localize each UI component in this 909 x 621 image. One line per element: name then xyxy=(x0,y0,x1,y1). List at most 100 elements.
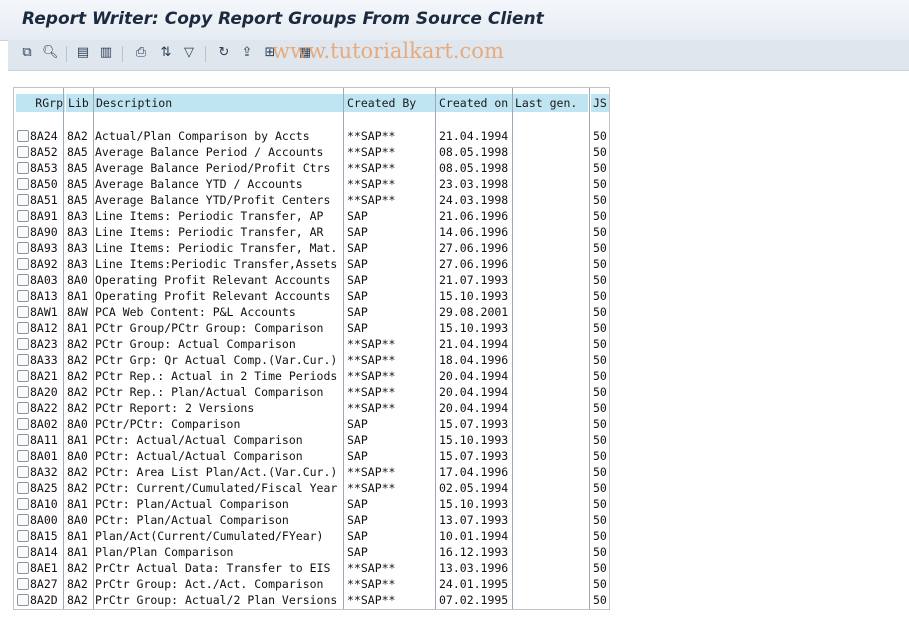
table-row[interactable]: 8A01 8A0 PCtr: Actual/Actual Comparison SAP… xyxy=(14,448,609,464)
row-checkbox[interactable] xyxy=(17,450,29,462)
table-row[interactable]: 8A10 8A1 PCtr: Plan/Actual Comparison SAP 15… xyxy=(14,496,609,512)
export-icon[interactable]: ⇪ xyxy=(239,45,255,61)
row-checkbox[interactable] xyxy=(17,338,29,350)
print-icon[interactable]: ⎙ xyxy=(133,45,149,61)
table-row[interactable]: 8A52 8A5 Average Balance Period / Accounts… xyxy=(14,144,609,160)
table-row[interactable]: 8A15 8A1 Plan/Act(Current/Cumulated/FYear)… xyxy=(14,528,609,544)
table-row[interactable]: 8A21 8A2 PCtr Rep.: Actual in 2 Time Perio… xyxy=(14,368,609,384)
table-row[interactable]: 8A27 8A2 PrCtr Group: Act./Act. Comparison… xyxy=(14,576,609,592)
row-checkbox[interactable] xyxy=(17,434,29,446)
row-checkbox[interactable] xyxy=(17,258,29,270)
lib-cell: 8A1 xyxy=(67,433,88,447)
col-header-last-gen[interactable]: Last gen. xyxy=(513,94,588,112)
col-header-rgrp[interactable]: RGrp xyxy=(16,94,65,112)
row-checkbox[interactable] xyxy=(17,210,29,222)
lib-cell: 8A5 xyxy=(67,177,88,191)
row-checkbox[interactable] xyxy=(17,322,29,334)
table-row[interactable]: 8A20 8A2 PCtr Rep.: Plan/Actual Comparison… xyxy=(14,384,609,400)
table-row[interactable]: 8A51 8A5 Average Balance YTD/Profit Center… xyxy=(14,192,609,208)
table-row[interactable]: 8A03 8A0 Operating Profit Relevant Account… xyxy=(14,272,609,288)
col-header-created-by[interactable]: Created By xyxy=(344,94,435,112)
table-row[interactable]: 8A02 8A0 PCtr/PCtr: Comparison SAP 15.07.199… xyxy=(14,416,609,432)
lib-cell: 8A2 xyxy=(67,129,88,143)
row-checkbox[interactable] xyxy=(17,498,29,510)
table-row[interactable]: 8A50 8A5 Average Balance YTD / Accounts **S… xyxy=(14,176,609,192)
row-checkbox[interactable] xyxy=(17,274,29,286)
row-checkbox[interactable] xyxy=(17,386,29,398)
created-by-cell: **SAP** xyxy=(347,177,396,191)
row-checkbox[interactable] xyxy=(17,482,29,494)
table-row[interactable]: 8AE1 8A2 PrCtr Actual Data: Transfer to EI… xyxy=(14,560,609,576)
table-row[interactable]: 8A22 8A2 PCtr Report: 2 Versions **SAP** 20.… xyxy=(14,400,609,416)
row-checkbox[interactable] xyxy=(17,146,29,158)
row-checkbox[interactable] xyxy=(17,578,29,590)
table-row[interactable]: 8A2D 8A2 PrCtr Group: Actual/2 Plan Versio… xyxy=(14,592,609,608)
table-row[interactable]: 8A33 8A2 PCtr Grp: Qr Actual Comp.(Var.Cur… xyxy=(14,352,609,368)
lib-cell: 8A3 xyxy=(67,257,88,271)
table-row[interactable]: 8A11 8A1 PCtr: Actual/Actual Comparison SAP… xyxy=(14,432,609,448)
rgrp-cell: 8A91 xyxy=(30,209,58,223)
table-row[interactable]: 8A00 8A0 PCtr: Plan/Actual Comparison SAP 13… xyxy=(14,512,609,528)
row-checkbox[interactable] xyxy=(17,562,29,574)
created-by-cell: **SAP** xyxy=(347,577,396,591)
row-checkbox[interactable] xyxy=(17,194,29,206)
rgrp-cell: 8A2D xyxy=(30,593,58,607)
row-checkbox[interactable] xyxy=(17,354,29,366)
js-cell: 50 xyxy=(593,545,607,559)
last-gen-cell xyxy=(515,320,587,336)
deselect-all-icon[interactable]: ▥ xyxy=(98,45,114,61)
row-checkbox[interactable] xyxy=(17,514,29,526)
js-cell: 50 xyxy=(593,417,607,431)
row-checkbox[interactable] xyxy=(17,178,29,190)
table-row[interactable]: 8A14 8A1 Plan/Plan Comparison SAP 16.12.1993… xyxy=(14,544,609,560)
table-row[interactable]: 8A13 8A1 Operating Profit Relevant Account… xyxy=(14,288,609,304)
table-row[interactable]: 8AW1 8AW PCA Web Content: P&L Accounts SAP 2… xyxy=(14,304,609,320)
last-gen-cell xyxy=(515,416,587,432)
table-row[interactable]: 8A24 8A2 Actual/Plan Comparison by Accts **… xyxy=(14,128,609,144)
col-header-js[interactable]: JS xyxy=(591,94,609,112)
col-header-description[interactable]: Description xyxy=(94,94,343,112)
row-checkbox[interactable] xyxy=(17,466,29,478)
copy-icon[interactable]: ⧉ xyxy=(19,45,35,61)
row-checkbox[interactable] xyxy=(17,162,29,174)
lib-cell: 8A1 xyxy=(67,497,88,511)
table-row[interactable]: 8A23 8A2 PCtr Group: Actual Comparison **SA… xyxy=(14,336,609,352)
row-checkbox[interactable] xyxy=(17,530,29,542)
last-gen-cell xyxy=(515,176,587,192)
table-row[interactable]: 8A93 8A3 Line Items: Periodic Transfer, Ma… xyxy=(14,240,609,256)
row-checkbox[interactable] xyxy=(17,306,29,318)
row-checkbox[interactable] xyxy=(17,370,29,382)
details-icon[interactable]: 🔍︎ xyxy=(42,45,59,61)
table-row[interactable]: 8A92 8A3 Line Items:Periodic Transfer,Asse… xyxy=(14,256,609,272)
table-row[interactable]: 8A32 8A2 PCtr: Area List Plan/Act.(Var.Cur… xyxy=(14,464,609,480)
table-row[interactable]: 8A12 8A1 PCtr Group/PCtr Group: Comparison… xyxy=(14,320,609,336)
row-checkbox[interactable] xyxy=(17,402,29,414)
rgrp-cell: 8A27 xyxy=(30,577,58,591)
row-checkbox[interactable] xyxy=(17,226,29,238)
table-row[interactable]: 8A25 8A2 PCtr: Current/Cumulated/Fiscal Ye… xyxy=(14,480,609,496)
row-checkbox[interactable] xyxy=(17,418,29,430)
last-gen-cell xyxy=(515,576,587,592)
table-row[interactable]: 8A53 8A5 Average Balance Period/Profit Ctr… xyxy=(14,160,609,176)
lib-cell: 8A2 xyxy=(67,481,88,495)
table-row[interactable]: 8A90 8A3 Line Items: Periodic Transfer, AR… xyxy=(14,224,609,240)
created-by-cell: SAP xyxy=(347,305,368,319)
last-gen-cell xyxy=(515,160,587,176)
sort-icon[interactable]: ⇅ xyxy=(158,45,174,61)
row-checkbox[interactable] xyxy=(17,130,29,142)
row-checkbox[interactable] xyxy=(17,546,29,558)
js-cell: 50 xyxy=(593,129,607,143)
table-row[interactable]: 8A91 8A3 Line Items: Periodic Transfer, AP… xyxy=(14,208,609,224)
row-checkbox[interactable] xyxy=(17,242,29,254)
lib-cell: 8A2 xyxy=(67,401,88,415)
col-header-created-on[interactable]: Created on xyxy=(436,94,513,112)
lib-cell: 8A5 xyxy=(67,145,88,159)
filter-icon[interactable]: ▽ xyxy=(181,45,197,61)
select-all-icon[interactable]: ▤ xyxy=(75,45,91,61)
row-checkbox[interactable] xyxy=(17,290,29,302)
rgrp-cell: 8A50 xyxy=(30,177,58,191)
rgrp-cell: 8A51 xyxy=(30,193,58,207)
col-header-lib[interactable]: Lib xyxy=(66,94,93,112)
row-checkbox[interactable] xyxy=(17,594,29,606)
refresh-icon[interactable]: ↻ xyxy=(216,45,232,61)
